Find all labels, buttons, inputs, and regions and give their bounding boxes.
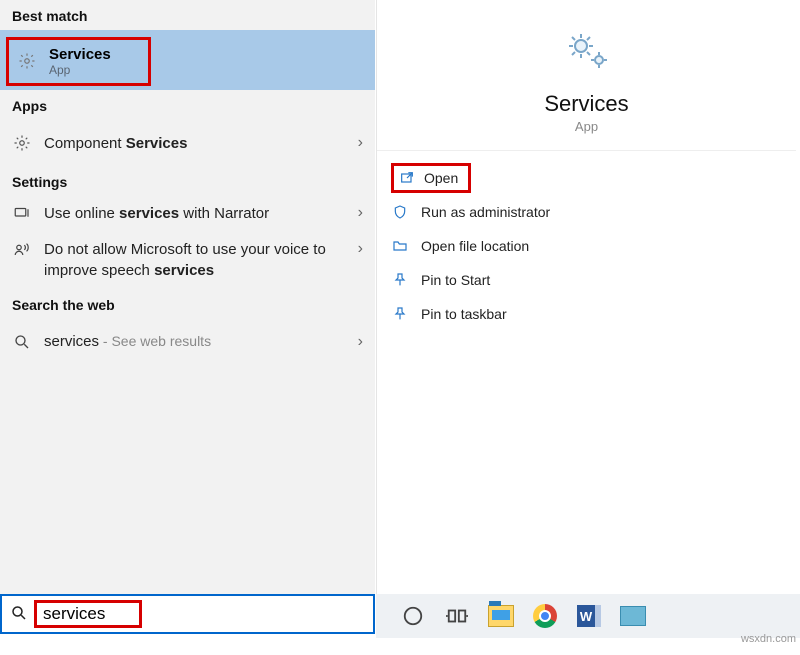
pin-icon [391, 306, 409, 322]
search-input[interactable] [43, 604, 133, 624]
pin-icon [391, 272, 409, 288]
speech-icon [12, 240, 32, 258]
app-result-component-services[interactable]: Component Services › [0, 120, 375, 166]
action-pin-taskbar[interactable]: Pin to taskbar [391, 297, 782, 331]
watermark: wsxdn.com [741, 633, 796, 645]
chevron-right-icon: › [358, 240, 363, 258]
best-match-title: Services [49, 46, 111, 63]
generic-app-icon[interactable] [620, 603, 646, 629]
narrator-icon [12, 204, 32, 222]
web-result-label: services - See web results [44, 333, 346, 350]
action-open-location[interactable]: Open file location [391, 229, 782, 263]
task-view-icon[interactable] [444, 603, 470, 629]
preview-subtitle: App [387, 119, 786, 134]
settings-header: Settings [0, 166, 375, 196]
search-icon [10, 604, 28, 625]
open-icon [398, 170, 416, 186]
setting-label: Use online services with Narrator [44, 204, 346, 224]
chrome-icon[interactable] [532, 603, 558, 629]
action-open[interactable]: Open [391, 161, 782, 195]
gear-small-icon [12, 134, 32, 152]
setting-label: Do not allow Microsoft to use your voice… [44, 240, 346, 281]
preview-pane: Services App Open Run as administrator [376, 0, 796, 595]
search-web-header: Search the web [0, 289, 375, 319]
gear-icon [17, 52, 37, 70]
action-open-label: Open [424, 170, 458, 186]
web-result[interactable]: services - See web results › [0, 319, 375, 365]
cortana-icon[interactable] [400, 603, 426, 629]
file-explorer-icon[interactable] [488, 603, 514, 629]
action-label: Pin to Start [421, 272, 490, 288]
preview-title: Services [387, 91, 786, 117]
setting-result-speech[interactable]: Do not allow Microsoft to use your voice… [0, 232, 375, 289]
services-app-icon [559, 26, 615, 77]
taskbar: W [376, 594, 800, 638]
action-label: Run as administrator [421, 204, 550, 220]
search-results-pane: Best match Services App Apps [0, 0, 375, 595]
chevron-right-icon: › [358, 204, 363, 222]
action-pin-start[interactable]: Pin to Start [391, 263, 782, 297]
chevron-right-icon: › [358, 333, 363, 351]
word-icon[interactable]: W [576, 603, 602, 629]
action-label: Open file location [421, 238, 529, 254]
app-result-label: Component Services [44, 135, 346, 152]
best-match-row[interactable]: Services App [0, 30, 375, 90]
search-bar[interactable] [0, 594, 375, 634]
action-run-admin[interactable]: Run as administrator [391, 195, 782, 229]
apps-header: Apps [0, 90, 375, 120]
action-label: Pin to taskbar [421, 306, 507, 322]
shield-icon [391, 204, 409, 220]
search-icon [12, 333, 32, 351]
best-match-header: Best match [0, 0, 375, 30]
folder-icon [391, 238, 409, 254]
chevron-right-icon: › [358, 134, 363, 152]
setting-result-narrator[interactable]: Use online services with Narrator › [0, 196, 375, 232]
best-match-subtitle: App [49, 63, 111, 77]
